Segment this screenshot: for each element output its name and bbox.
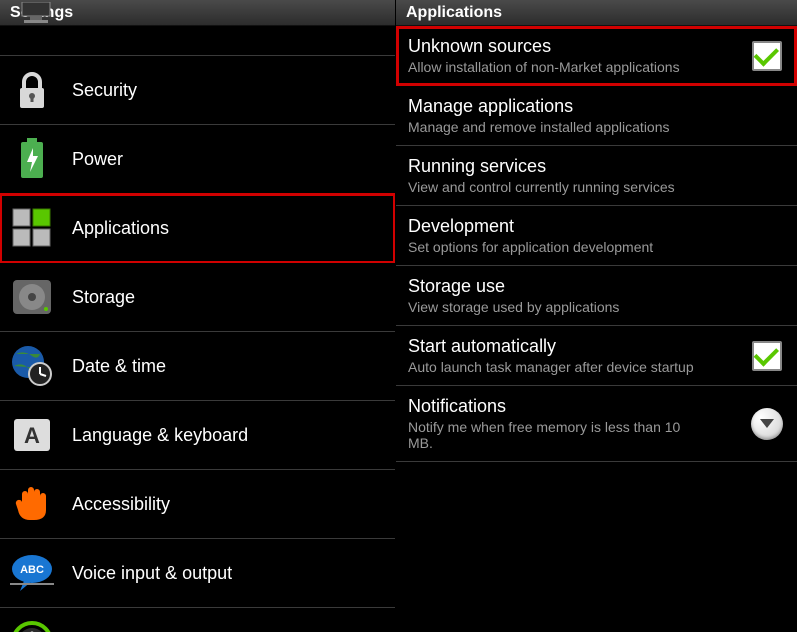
notifications-dropdown[interactable]	[749, 406, 785, 442]
settings-item-security[interactable]: Security	[0, 56, 395, 125]
settings-item-accessibility[interactable]: Accessibility	[0, 470, 395, 539]
settings-item-storage[interactable]: Storage	[0, 263, 395, 332]
item-title: Notifications	[408, 396, 741, 417]
applications-pane: Applications Unknown sources Allow insta…	[396, 0, 797, 632]
item-subtitle: Allow installation of non-Market applica…	[408, 59, 741, 75]
apps-icon	[10, 206, 54, 250]
info-icon	[10, 620, 54, 632]
settings-item-label: Accessibility	[72, 494, 170, 515]
checkbox-checked-icon	[752, 341, 782, 371]
settings-item-date-time[interactable]: Date & time	[0, 332, 395, 401]
storage-icon	[10, 275, 54, 319]
hand-icon	[10, 482, 54, 526]
battery-icon	[10, 137, 54, 181]
item-title: Running services	[408, 156, 785, 177]
settings-item-power[interactable]: Power	[0, 125, 395, 194]
globe-clock-icon	[10, 344, 54, 388]
item-subtitle: Set options for application development	[408, 239, 785, 255]
settings-item-label: Voice input & output	[72, 563, 232, 584]
app-item-notifications[interactable]: Notifications Notify me when free memory…	[396, 386, 797, 462]
app-item-storage-use[interactable]: Storage use View storage used by applica…	[396, 266, 797, 326]
item-title: Unknown sources	[408, 36, 741, 57]
settings-list: Security Power	[0, 26, 395, 632]
item-subtitle: View storage used by applications	[408, 299, 785, 315]
applications-title: Applications	[406, 4, 502, 22]
svg-text:ABC: ABC	[20, 564, 44, 576]
settings-item-label: Storage	[72, 287, 135, 308]
svg-text:A: A	[24, 423, 40, 448]
item-title: Storage use	[408, 276, 785, 297]
applications-list: Unknown sources Allow installation of no…	[396, 26, 797, 462]
item-subtitle: Notify me when free memory is less than …	[408, 419, 708, 451]
settings-item-truncated[interactable]	[0, 26, 395, 56]
settings-item-label: Language & keyboard	[72, 425, 248, 446]
item-title: Manage applications	[408, 96, 785, 117]
display-icon	[16, 2, 56, 26]
start-automatically-checkbox[interactable]	[749, 338, 785, 374]
settings-item-about-phone[interactable]: About phone	[0, 608, 395, 632]
app-item-unknown-sources[interactable]: Unknown sources Allow installation of no…	[396, 26, 797, 86]
voice-abc-icon: ABC	[10, 551, 54, 595]
item-title: Start automatically	[408, 336, 741, 357]
settings-pane: Settings	[0, 0, 396, 632]
lock-icon	[10, 68, 54, 112]
checkbox-checked-icon	[752, 41, 782, 71]
item-subtitle: View and control currently running servi…	[408, 179, 785, 195]
keyboard-a-icon: A	[10, 413, 54, 457]
settings-item-applications[interactable]: Applications	[0, 194, 395, 263]
settings-item-language-keyboard[interactable]: A Language & keyboard	[0, 401, 395, 470]
applications-header: Applications	[396, 0, 797, 26]
settings-header: Settings	[0, 0, 395, 26]
settings-item-label: Power	[72, 149, 123, 170]
settings-item-voice-input-output[interactable]: ABC Voice input & output	[0, 539, 395, 608]
app-item-manage-applications[interactable]: Manage applications Manage and remove in…	[396, 86, 797, 146]
item-subtitle: Auto launch task manager after device st…	[408, 359, 741, 375]
app-item-start-automatically[interactable]: Start automatically Auto launch task man…	[396, 326, 797, 386]
settings-item-label: Security	[72, 80, 137, 101]
chevron-down-icon	[751, 408, 783, 440]
settings-item-label: Applications	[72, 218, 169, 239]
app-item-development[interactable]: Development Set options for application …	[396, 206, 797, 266]
app-item-running-services[interactable]: Running services View and control curren…	[396, 146, 797, 206]
settings-item-label: Date & time	[72, 356, 166, 377]
item-subtitle: Manage and remove installed applications	[408, 119, 785, 135]
item-title: Development	[408, 216, 785, 237]
unknown-sources-checkbox[interactable]	[749, 38, 785, 74]
